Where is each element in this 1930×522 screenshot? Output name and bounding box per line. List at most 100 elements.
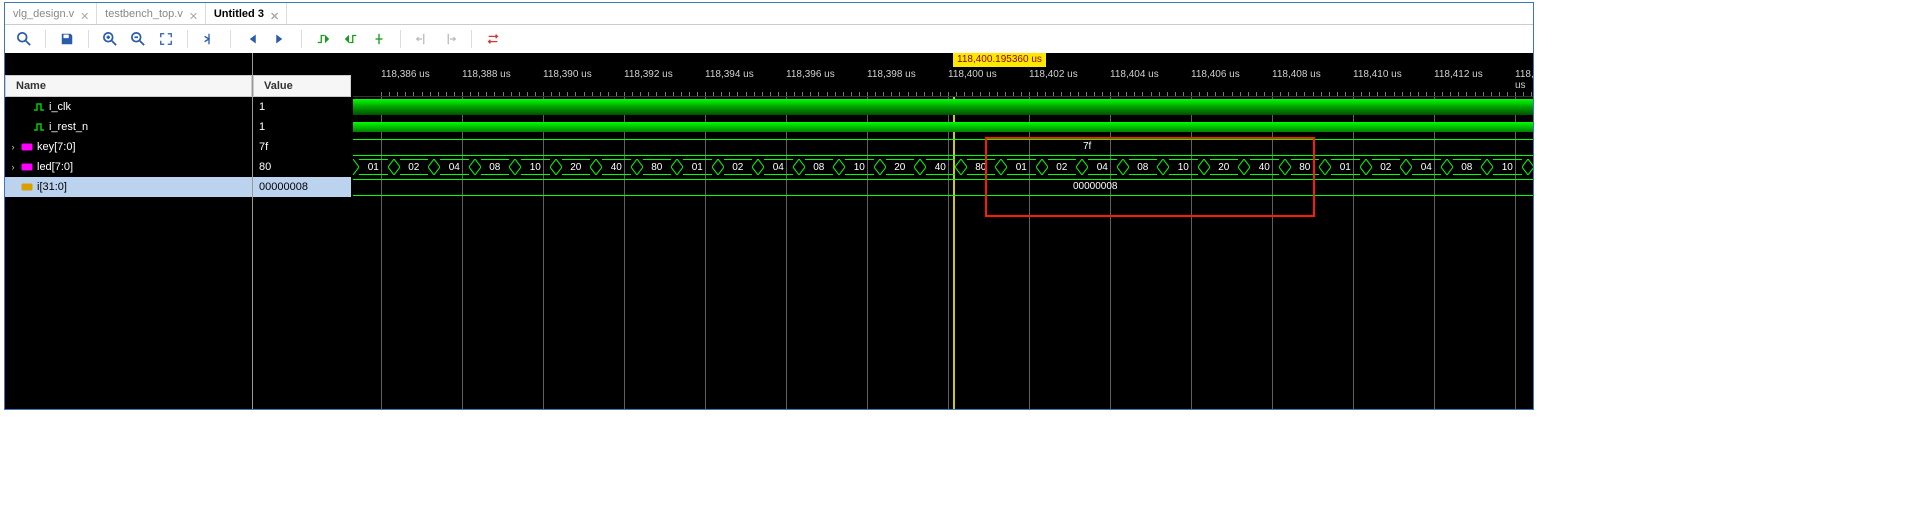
name-header: Name <box>5 75 252 97</box>
go-last-icon[interactable] <box>271 30 289 48</box>
bus-segment: 10 <box>842 159 877 175</box>
signal-row-value: 1 <box>253 117 351 137</box>
zoom-fit-icon[interactable] <box>157 30 175 48</box>
ruler-tick: 118,402 us <box>1029 69 1078 80</box>
ruler-tick: 118,386 us <box>381 69 430 80</box>
zoom-in-icon[interactable] <box>101 30 119 48</box>
value-panel: Value 117f8000000008 <box>253 53 353 409</box>
bus-segment: 80 <box>640 159 675 175</box>
ruler-tick: 118,406 us <box>1191 69 1240 80</box>
next-edge-icon[interactable] <box>342 30 360 48</box>
remove-right-icon[interactable] <box>441 30 459 48</box>
bus-segment: 40 <box>1247 159 1282 175</box>
tab-testbench[interactable]: testbench_top.v ✕ <box>97 3 206 24</box>
ruler-tick: 118,408 us <box>1272 69 1321 80</box>
signal-name-list[interactable]: i_clk i_rest_n › key[7:0] › led[7:0] › i[31:0] <box>5 97 252 409</box>
time-ruler[interactable]: 118,386 us118,388 us118,390 us118,392 us… <box>353 67 1533 97</box>
bus-segment: 40 <box>599 159 634 175</box>
bus-segment: 10 <box>518 159 553 175</box>
bus-segment: 10 <box>1490 159 1525 175</box>
bus-segment: 01 <box>1328 159 1363 175</box>
signal-value: 80 <box>259 161 271 173</box>
bus-segment: 08 <box>478 159 513 175</box>
bus-segment: 80 <box>964 159 999 175</box>
chevron-right-icon[interactable]: › <box>9 182 17 192</box>
wave-row-clk <box>353 97 1533 117</box>
signal-row-value: 7f <box>253 137 351 157</box>
signal-value-list: 117f8000000008 <box>253 97 351 409</box>
close-icon[interactable]: ✕ <box>80 10 88 18</box>
close-icon[interactable]: ✕ <box>270 10 278 18</box>
wire-icon <box>33 121 45 133</box>
signal-name: i_clk <box>49 101 71 113</box>
tab-label: vlg_design.v <box>13 8 74 20</box>
cursor-marker[interactable]: 118,400.195360 us <box>953 53 1046 67</box>
wave-row-i: 00000008 <box>353 177 1533 197</box>
signal-row-name[interactable]: › key[7:0] <box>5 137 252 157</box>
bus-segment: 02 <box>1369 159 1404 175</box>
bus-segment: 02 <box>397 159 432 175</box>
search-icon[interactable] <box>15 30 33 48</box>
go-to-cursor-icon[interactable] <box>200 30 218 48</box>
signal-row-name[interactable]: i_clk <box>5 97 252 117</box>
ruler-tick: 118,392 us <box>624 69 673 80</box>
ruler-tick: 118,414 us <box>1515 69 1533 91</box>
go-first-icon[interactable] <box>243 30 261 48</box>
chevron-right-icon[interactable]: › <box>9 142 17 152</box>
bus-segment: 40 <box>923 159 958 175</box>
waveform-area[interactable]: 118,400.195360 us 118,386 us118,388 us11… <box>353 53 1533 409</box>
bus-segment: 20 <box>883 159 918 175</box>
signal-name: key[7:0] <box>37 141 76 153</box>
signal-name: i_rest_n <box>49 121 88 133</box>
bus-segment: 08 <box>802 159 837 175</box>
ruler-tick: 118,396 us <box>786 69 835 80</box>
bus-icon <box>21 161 33 173</box>
ruler-tick: 118,410 us <box>1353 69 1402 80</box>
tab-bar: vlg_design.v ✕ testbench_top.v ✕ Untitle… <box>5 3 1533 25</box>
bus-segment: 01 <box>1004 159 1039 175</box>
tab-untitled-3[interactable]: Untitled 3 ✕ <box>206 3 287 24</box>
bus-segment: 04 <box>437 159 472 175</box>
remove-left-icon[interactable] <box>413 30 431 48</box>
main-area: Name i_clk i_rest_n › key[7:0] › led[7:0] › i[3… <box>5 53 1533 409</box>
wave-row-key: 7f <box>353 137 1533 157</box>
signal-name: led[7:0] <box>37 161 73 173</box>
signal-name: i[31:0] <box>37 181 67 193</box>
bus-segment: 08 <box>1450 159 1485 175</box>
save-icon[interactable] <box>58 30 76 48</box>
toolbar <box>5 25 1533 53</box>
swap-icon[interactable] <box>484 30 502 48</box>
tab-vlg-design[interactable]: vlg_design.v ✕ <box>5 3 97 24</box>
signal-row-name[interactable]: › led[7:0] <box>5 157 252 177</box>
waveform-window: vlg_design.v ✕ testbench_top.v ✕ Untitle… <box>4 2 1534 410</box>
wave-row-led: 0102040810204080010204081020408001020408… <box>353 157 1533 177</box>
bus-segment: 02 <box>1045 159 1080 175</box>
bus-segment: 10 <box>1166 159 1201 175</box>
signal-value: 7f <box>259 141 268 153</box>
bus-value-label: 00000008 <box>1073 181 1118 192</box>
signal-row-name[interactable]: › i[31:0] <box>5 177 252 197</box>
cursor-bar[interactable]: 118,400.195360 us <box>353 53 1533 67</box>
bus-segment: 08 <box>1126 159 1161 175</box>
ruler-tick: 118,394 us <box>705 69 754 80</box>
prev-edge-icon[interactable] <box>314 30 332 48</box>
tab-label: Untitled 3 <box>214 8 264 20</box>
signal-row-value: 80 <box>253 157 351 177</box>
bus-icon <box>21 141 33 153</box>
wave-row-rst <box>353 117 1533 137</box>
name-panel: Name i_clk i_rest_n › key[7:0] › led[7:0] › i[3… <box>5 53 253 409</box>
add-marker-icon[interactable] <box>370 30 388 48</box>
wave-rows: 7f01020408102040800102040810204080010204… <box>353 97 1533 409</box>
bus-segment: 04 <box>761 159 796 175</box>
chevron-right-icon[interactable]: › <box>9 162 17 172</box>
bus-segment: 80 <box>1288 159 1323 175</box>
signal-row-name[interactable]: i_rest_n <box>5 117 252 137</box>
tab-label: testbench_top.v <box>105 8 183 20</box>
wire-icon <box>33 101 45 113</box>
zoom-out-icon[interactable] <box>129 30 147 48</box>
bus-segment: 01 <box>356 159 391 175</box>
bus-segment: 02 <box>721 159 756 175</box>
close-icon[interactable]: ✕ <box>189 10 197 18</box>
signal-value: 00000008 <box>259 181 308 193</box>
bus-segment: 20 <box>1531 159 1534 175</box>
